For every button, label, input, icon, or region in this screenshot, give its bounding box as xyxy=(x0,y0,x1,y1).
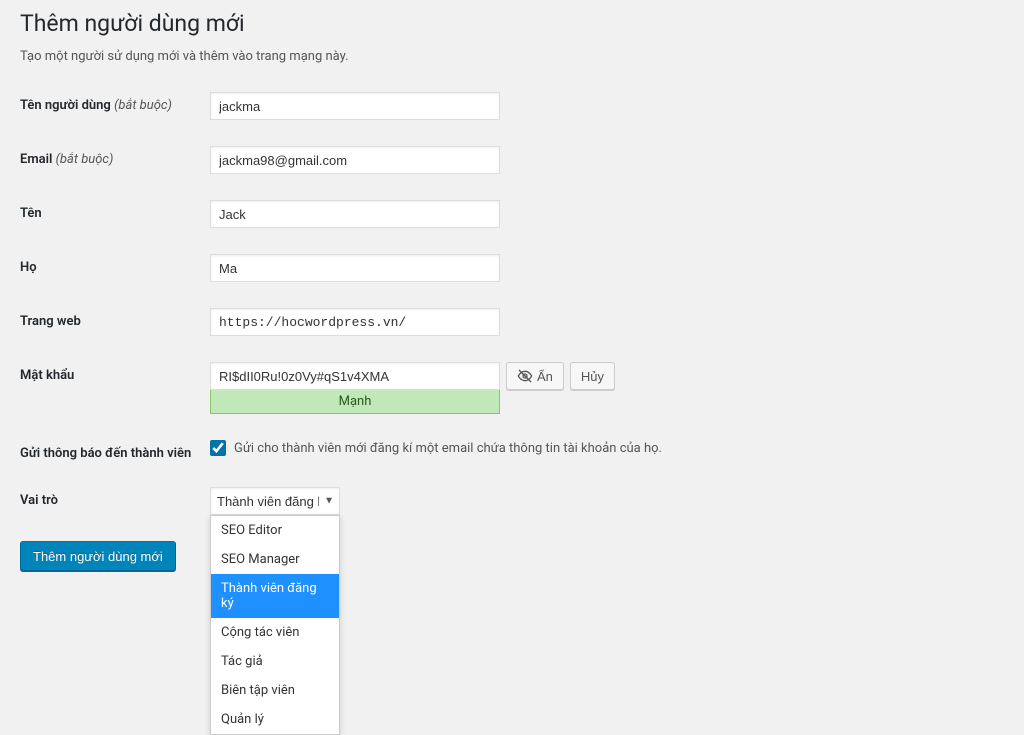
role-option[interactable]: SEO Manager xyxy=(211,545,339,574)
password-strength: Mạnh xyxy=(210,390,500,414)
role-option[interactable]: Cộng tác viên xyxy=(211,618,339,647)
website-label: Trang web xyxy=(20,308,210,329)
role-option[interactable]: Quản lý xyxy=(211,705,339,734)
role-option[interactable]: Thành viên đăng ký xyxy=(211,574,339,618)
email-label: Email (bắt buộc) xyxy=(20,146,210,167)
page-title: Thêm người dùng mới xyxy=(20,10,1004,37)
firstname-input[interactable] xyxy=(210,200,500,228)
role-option[interactable]: SEO Editor xyxy=(211,516,339,545)
role-option[interactable]: Tác giả xyxy=(211,647,339,676)
website-input[interactable] xyxy=(210,308,500,336)
notify-checkbox[interactable] xyxy=(210,440,226,456)
username-label: Tên người dùng (bắt buộc) xyxy=(20,92,210,113)
lastname-label: Họ xyxy=(20,254,210,275)
username-input[interactable] xyxy=(210,92,500,120)
notify-description: Gửi cho thành viên mới đăng kí một email… xyxy=(234,441,662,456)
notify-label: Gửi thông báo đến thành viên xyxy=(20,440,210,461)
hide-password-button[interactable]: Ẩn xyxy=(506,362,564,390)
add-user-button[interactable]: Thêm người dùng mới xyxy=(20,541,176,571)
role-select[interactable]: Thành viên đăng ký xyxy=(210,487,340,515)
firstname-label: Tên xyxy=(20,200,210,221)
role-dropdown: SEO Editor SEO Manager Thành viên đăng k… xyxy=(210,515,340,735)
password-label: Mật khẩu xyxy=(20,362,210,383)
cancel-password-button[interactable]: Hủy xyxy=(570,362,615,390)
email-input[interactable] xyxy=(210,146,500,174)
password-input[interactable] xyxy=(210,362,500,390)
role-option[interactable]: Biên tập viên xyxy=(211,676,339,705)
lastname-input[interactable] xyxy=(210,254,500,282)
eye-slash-icon xyxy=(517,368,533,384)
role-label: Vai trò xyxy=(20,487,210,508)
page-description: Tạo một người sử dụng mới và thêm vào tr… xyxy=(20,49,1004,64)
